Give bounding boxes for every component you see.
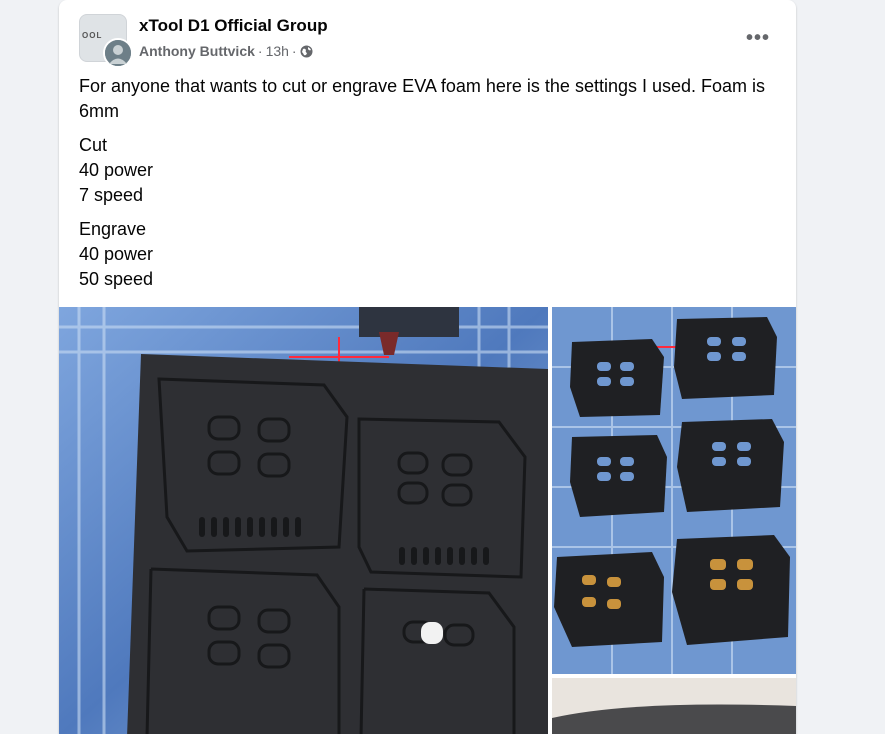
post-timestamp[interactable]: 13h — [266, 43, 289, 59]
cut-speed: 7 speed — [79, 185, 144, 205]
cut-power: 40 power — [79, 160, 154, 180]
author-avatar[interactable] — [103, 38, 133, 68]
engrave-heading: Engrave — [79, 219, 147, 239]
cut-heading: Cut — [79, 135, 108, 155]
post-meta: Anthony Buttvick · 13h · — [139, 43, 313, 59]
group-name-link[interactable]: xTool D1 Official Group — [139, 16, 328, 36]
foam-sheet-photo[interactable] — [59, 307, 548, 734]
meta-separator: · — [257, 43, 263, 59]
post-header: OOL xTool D1 Official Group Anthony Butt… — [79, 14, 776, 68]
engrave-settings: Engrave 40 power 50 speed — [79, 217, 779, 292]
meta-separator-2: · — [291, 43, 297, 59]
more-options-icon[interactable]: ••• — [740, 24, 776, 52]
post-body: For anyone that wants to cut or engrave … — [79, 74, 779, 301]
cut-settings: Cut 40 power 7 speed — [79, 133, 779, 208]
engrave-speed: 50 speed — [79, 269, 154, 289]
author-name-link[interactable]: Anthony Buttvick — [139, 43, 255, 59]
foam-closeup-photo[interactable] — [552, 678, 796, 734]
post-card: OOL xTool D1 Official Group Anthony Butt… — [59, 0, 796, 734]
post-intro: For anyone that wants to cut or engrave … — [79, 76, 766, 121]
cut-pieces-photo[interactable] — [552, 307, 796, 674]
globe-icon[interactable] — [300, 45, 313, 58]
avatar-logo-text: OOL — [82, 31, 103, 40]
engrave-power: 40 power — [79, 244, 154, 264]
